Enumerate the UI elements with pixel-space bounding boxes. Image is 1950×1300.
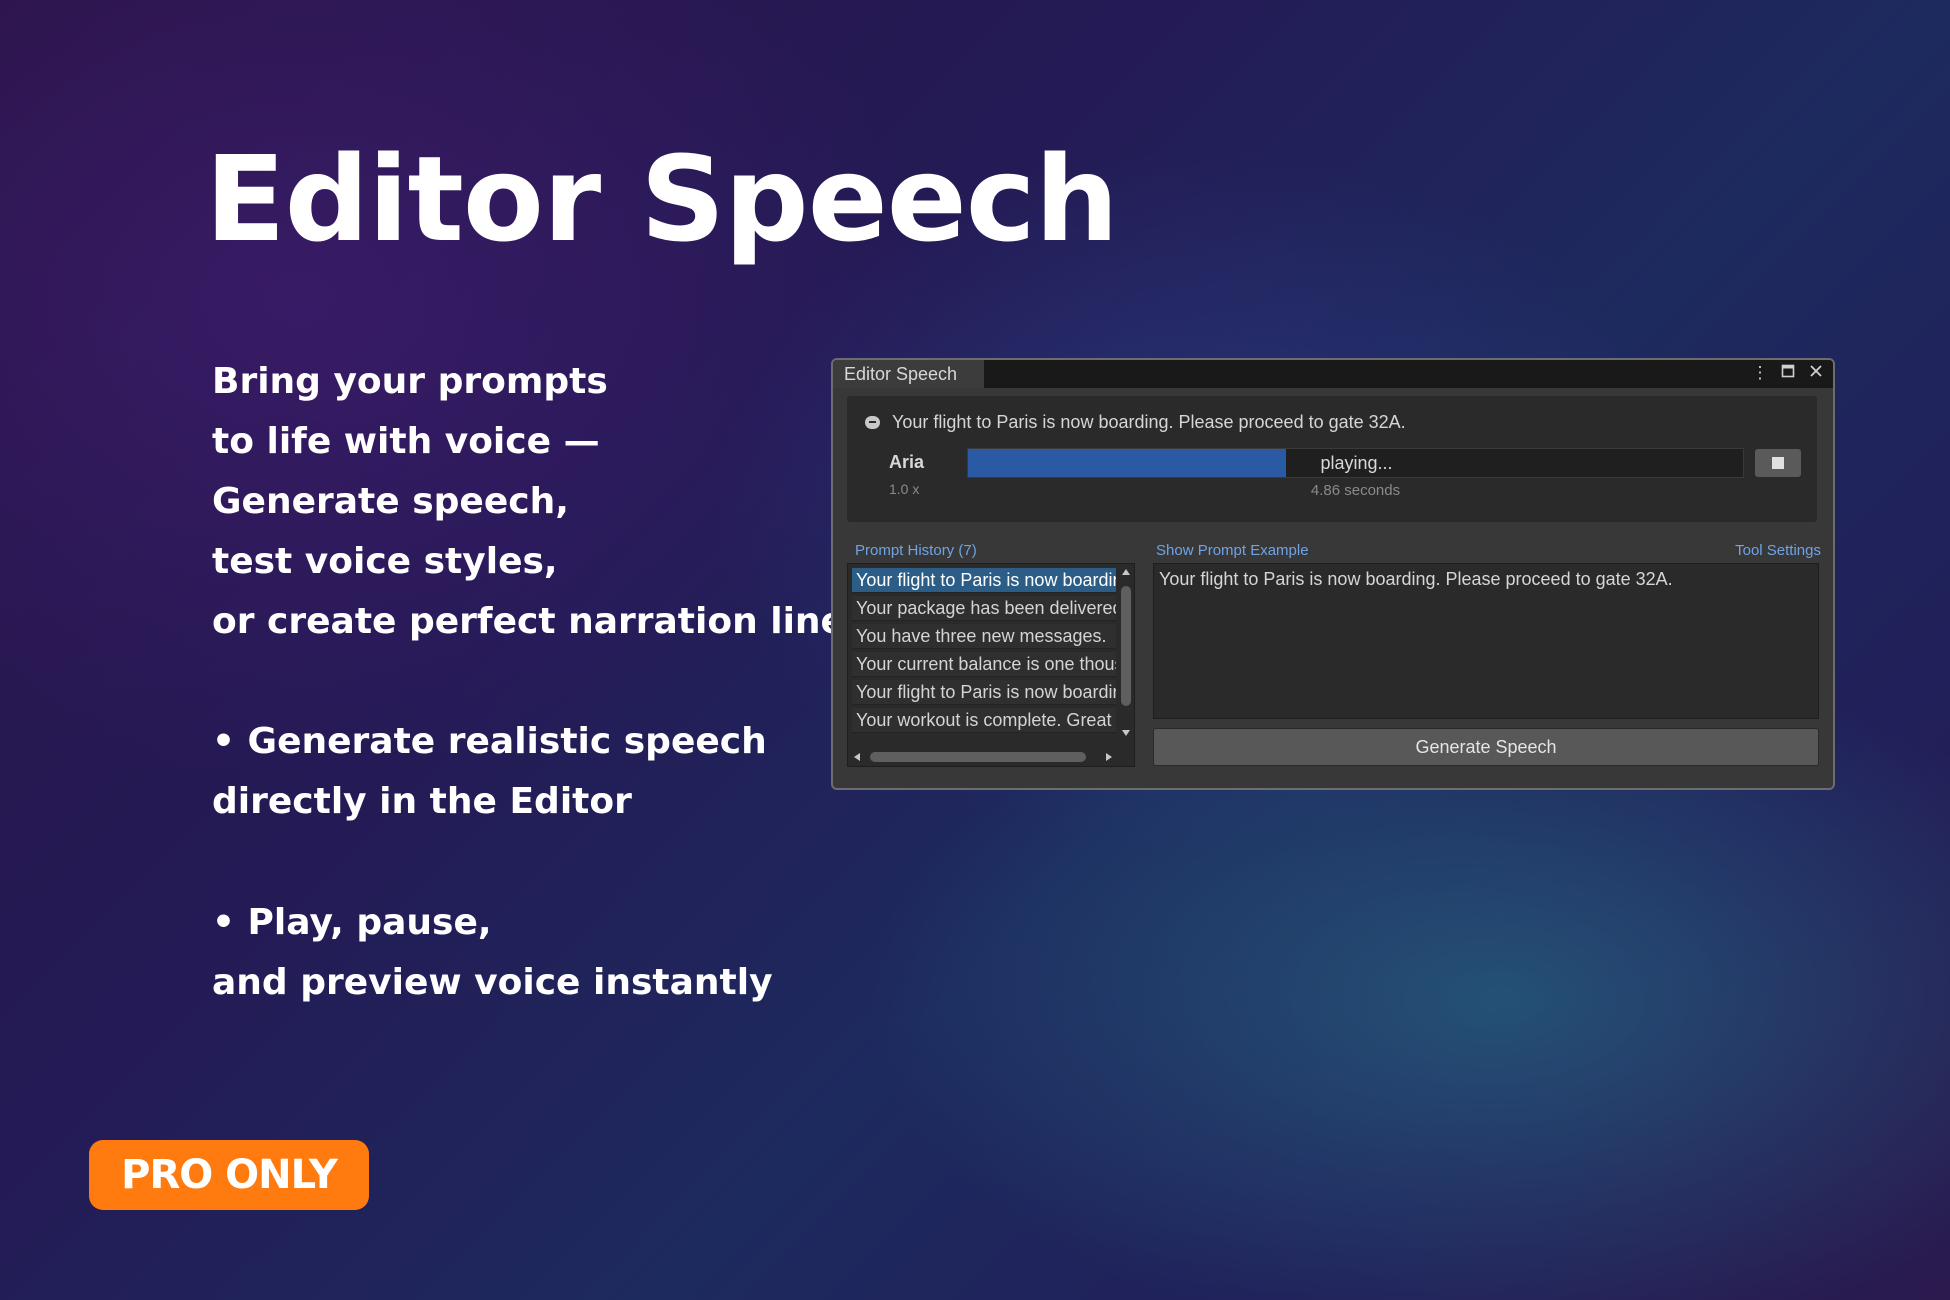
vertical-scroll-thumb[interactable] xyxy=(1121,586,1131,706)
feature-bullet-generate: • Generate realistic speech directly in … xyxy=(212,712,767,832)
history-item[interactable]: Your flight to Paris is now boarding. Pl… xyxy=(852,568,1116,593)
speech-player: Your flight to Paris is now boarding. Pl… xyxy=(847,396,1817,522)
history-horizontal-scrollbar[interactable] xyxy=(848,748,1120,766)
maximize-icon[interactable] xyxy=(1779,363,1797,383)
prompt-input[interactable]: Your flight to Paris is now boarding. Pl… xyxy=(1153,563,1819,719)
chat-bubble-icon xyxy=(865,416,880,429)
scroll-down-icon[interactable] xyxy=(1122,730,1130,736)
prompt-history-list: Your flight to Paris is now boarding. Pl… xyxy=(847,563,1135,767)
history-item[interactable]: Your workout is complete. Great job! xyxy=(852,708,1116,733)
bullet-line: • Generate realistic speech xyxy=(212,721,767,762)
more-vert-icon[interactable]: ⋮ xyxy=(1751,363,1769,383)
scroll-left-icon[interactable] xyxy=(854,753,860,761)
tagline: Bring your prompts to life with voice — … xyxy=(212,352,880,652)
voice-speed: 1.0 x xyxy=(889,481,920,497)
stop-icon xyxy=(1772,457,1784,469)
feature-bullet-play: • Play, pause, and preview voice instant… xyxy=(212,893,773,1013)
editor-speech-window: Editor Speech ⋮ Your flight to Paris is … xyxy=(831,358,1835,790)
current-prompt-text: Your flight to Paris is now boarding. Pl… xyxy=(892,412,1406,432)
show-prompt-example-link[interactable]: Show Prompt Example xyxy=(1156,542,1309,559)
pro-only-badge: PRO ONLY xyxy=(89,1140,369,1210)
window-tab[interactable]: Editor Speech xyxy=(833,360,985,388)
voice-name: Aria xyxy=(889,452,925,472)
bullet-line: directly in the Editor xyxy=(212,781,632,822)
bullet-line: and preview voice instantly xyxy=(212,962,773,1003)
history-item[interactable]: You have three new messages. xyxy=(852,624,1116,649)
stop-button[interactable] xyxy=(1755,449,1801,477)
titlebar-icons: ⋮ xyxy=(1751,363,1825,383)
tagline-line: test voice styles, xyxy=(212,541,558,582)
current-prompt: Your flight to Paris is now boarding. Pl… xyxy=(865,412,1406,433)
playback-duration: 4.86 seconds xyxy=(1310,482,1401,499)
scroll-up-icon[interactable] xyxy=(1122,569,1130,575)
close-icon[interactable] xyxy=(1807,363,1825,383)
window-content: Your flight to Paris is now boarding. Pl… xyxy=(833,388,1833,788)
horizontal-scroll-thumb[interactable] xyxy=(870,752,1086,762)
tagline-line: to life with voice — xyxy=(212,421,600,462)
window-titlebar: Editor Speech ⋮ xyxy=(833,360,1833,388)
tagline-line: Bring your prompts xyxy=(212,361,608,402)
playback-progress-bar[interactable]: playing... xyxy=(967,448,1744,478)
history-vertical-scrollbar[interactable] xyxy=(1118,564,1134,744)
tagline-line: Generate speech, xyxy=(212,481,569,522)
tool-settings-link[interactable]: Tool Settings xyxy=(1735,542,1821,559)
scroll-right-icon[interactable] xyxy=(1106,753,1112,761)
history-item[interactable]: Your package has been delivered. xyxy=(852,596,1116,621)
history-item[interactable]: Your flight to Paris is now boarding. Pl… xyxy=(852,680,1116,705)
prompt-history-label: Prompt History (7) xyxy=(855,542,977,559)
tagline-line: or create perfect narration lines. xyxy=(212,601,881,642)
generate-speech-button[interactable]: Generate Speech xyxy=(1153,728,1819,766)
bullet-line: • Play, pause, xyxy=(212,902,492,943)
page-title: Editor Speech xyxy=(205,130,1119,268)
history-item[interactable]: Your current balance is one thousand dol… xyxy=(852,652,1116,677)
playback-status: playing... xyxy=(1320,453,1393,473)
